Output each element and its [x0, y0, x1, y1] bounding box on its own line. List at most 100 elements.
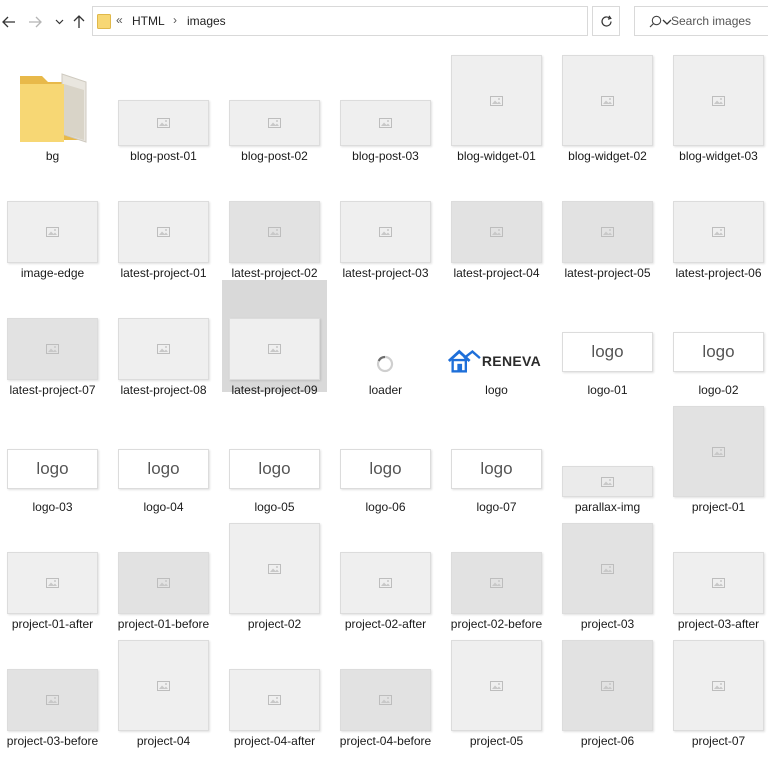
file-item-blog-widget-02[interactable]: blog-widget-02 — [555, 46, 660, 163]
overflow-chevron[interactable]: « — [116, 13, 123, 27]
file-item-bg[interactable]: bg — [0, 46, 105, 163]
file-name: latest-project-03 — [342, 266, 429, 280]
file-name: logo-04 — [143, 500, 184, 514]
search-box[interactable] — [634, 6, 768, 36]
file-name: blog-post-02 — [241, 149, 308, 163]
search-input[interactable] — [671, 12, 767, 30]
chevron-down-icon — [55, 19, 63, 25]
file-item-logo-04[interactable]: logo logo-04 — [111, 397, 216, 514]
file-name: project-01-before — [117, 617, 210, 631]
thumbnail — [340, 201, 431, 263]
thumbnail — [118, 100, 209, 146]
image-placeholder-icon — [601, 476, 614, 487]
file-item-project-01-after[interactable]: project-01-after — [0, 514, 105, 631]
breadcrumb-images[interactable]: images — [187, 14, 226, 28]
file-item-blog-post-02[interactable]: blog-post-02 — [222, 46, 327, 163]
up-button[interactable] — [70, 12, 88, 32]
file-item-logo[interactable]: RENEVA logo — [444, 280, 549, 397]
file-item-blog-widget-01[interactable]: blog-widget-01 — [444, 46, 549, 163]
thumbnail — [562, 55, 653, 146]
logo-text: logo — [258, 459, 291, 478]
file-item-blog-widget-03[interactable]: blog-widget-03 — [666, 46, 768, 163]
image-placeholder-icon — [712, 680, 725, 691]
image-placeholder-icon — [268, 344, 281, 354]
image-placeholder-icon — [379, 227, 392, 237]
file-name: blog-widget-03 — [679, 149, 758, 163]
file-item-project-03-after[interactable]: project-03-after — [666, 514, 768, 631]
file-item-latest-project-03[interactable]: latest-project-03 — [333, 163, 438, 280]
address-bar[interactable]: « HTML › images — [92, 6, 672, 36]
thumbnail — [7, 201, 98, 263]
file-name: project-04-after — [233, 734, 316, 748]
arrow-left-icon — [2, 16, 15, 28]
thumbnail — [340, 100, 431, 146]
file-item-project-06[interactable]: project-06 — [555, 631, 660, 748]
refresh-button[interactable] — [592, 6, 620, 36]
thumbnail — [562, 201, 653, 263]
image-placeholder-icon — [712, 578, 725, 588]
file-item-latest-project-09[interactable]: latest-project-09 — [222, 280, 327, 397]
file-item-logo-06[interactable]: logo logo-06 — [333, 397, 438, 514]
image-placeholder-icon — [601, 680, 614, 691]
image-placeholder-icon — [712, 446, 725, 457]
brand-logo-text: RENEVA — [481, 353, 541, 369]
image-placeholder-icon — [157, 680, 170, 691]
file-item-logo-02[interactable]: logo logo-02 — [666, 280, 768, 397]
file-item-blog-post-03[interactable]: blog-post-03 — [333, 46, 438, 163]
file-item-logo-07[interactable]: logo logo-07 — [444, 397, 549, 514]
file-name: logo-07 — [476, 500, 517, 514]
thumbnail — [7, 669, 98, 731]
file-item-image-edge[interactable]: image-edge — [0, 163, 105, 280]
file-item-project-02-after[interactable]: project-02-after — [333, 514, 438, 631]
image-placeholder-icon — [379, 578, 392, 588]
file-name: project-01 — [691, 500, 746, 514]
file-item-latest-project-05[interactable]: latest-project-05 — [555, 163, 660, 280]
forward-button[interactable] — [26, 12, 44, 32]
thumbnail: logo — [7, 449, 98, 489]
file-item-latest-project-01[interactable]: latest-project-01 — [111, 163, 216, 280]
file-item-project-01[interactable]: project-01 — [666, 397, 768, 514]
file-item-project-07[interactable]: project-07 — [666, 631, 768, 748]
logo-text: logo — [369, 459, 402, 478]
back-button[interactable] — [0, 12, 18, 32]
file-item-blog-post-01[interactable]: blog-post-01 — [111, 46, 216, 163]
thumbnail — [118, 552, 209, 614]
file-item-logo-01[interactable]: logo logo-01 — [555, 280, 660, 397]
file-item-project-04-after[interactable]: project-04-after — [222, 631, 327, 748]
file-item-logo-03[interactable]: logo logo-03 — [0, 397, 105, 514]
file-item-latest-project-08[interactable]: latest-project-08 — [111, 280, 216, 397]
image-placeholder-icon — [268, 118, 281, 128]
image-placeholder-icon — [157, 118, 170, 128]
file-item-latest-project-02[interactable]: latest-project-02 — [222, 163, 327, 280]
file-name: logo-05 — [254, 500, 295, 514]
file-item-project-01-before[interactable]: project-01-before — [111, 514, 216, 631]
file-item-latest-project-04[interactable]: latest-project-04 — [444, 163, 549, 280]
file-item-logo-05[interactable]: logo logo-05 — [222, 397, 327, 514]
file-name: project-04-before — [339, 734, 432, 748]
file-item-project-05[interactable]: project-05 — [444, 631, 549, 748]
file-name: project-07 — [691, 734, 746, 748]
file-name: blog-post-03 — [352, 149, 419, 163]
logo-text: logo — [147, 459, 180, 478]
file-item-loader[interactable]: loader — [333, 280, 438, 397]
thumbnail — [7, 318, 98, 380]
thumbnail — [673, 201, 764, 263]
recent-locations-button[interactable] — [50, 12, 68, 32]
image-placeholder-icon — [157, 578, 170, 588]
breadcrumb-html[interactable]: HTML — [132, 14, 165, 28]
file-item-parallax-img[interactable]: parallax-img — [555, 397, 660, 514]
file-name: logo-02 — [698, 383, 739, 397]
thumbnail — [451, 55, 542, 146]
thumbnail — [562, 523, 653, 614]
file-item-project-02-before[interactable]: project-02-before — [444, 514, 549, 631]
file-item-project-03[interactable]: project-03 — [555, 514, 660, 631]
file-name: latest-project-06 — [675, 266, 762, 280]
file-item-latest-project-06[interactable]: latest-project-06 — [666, 163, 768, 280]
file-item-project-04-before[interactable]: project-04-before — [333, 631, 438, 748]
image-placeholder-icon — [490, 227, 503, 237]
file-name: logo-06 — [365, 500, 406, 514]
file-item-project-03-before[interactable]: project-03-before — [0, 631, 105, 748]
file-item-project-04[interactable]: project-04 — [111, 631, 216, 748]
file-item-project-02[interactable]: project-02 — [222, 514, 327, 631]
file-item-latest-project-07[interactable]: latest-project-07 — [0, 280, 105, 397]
